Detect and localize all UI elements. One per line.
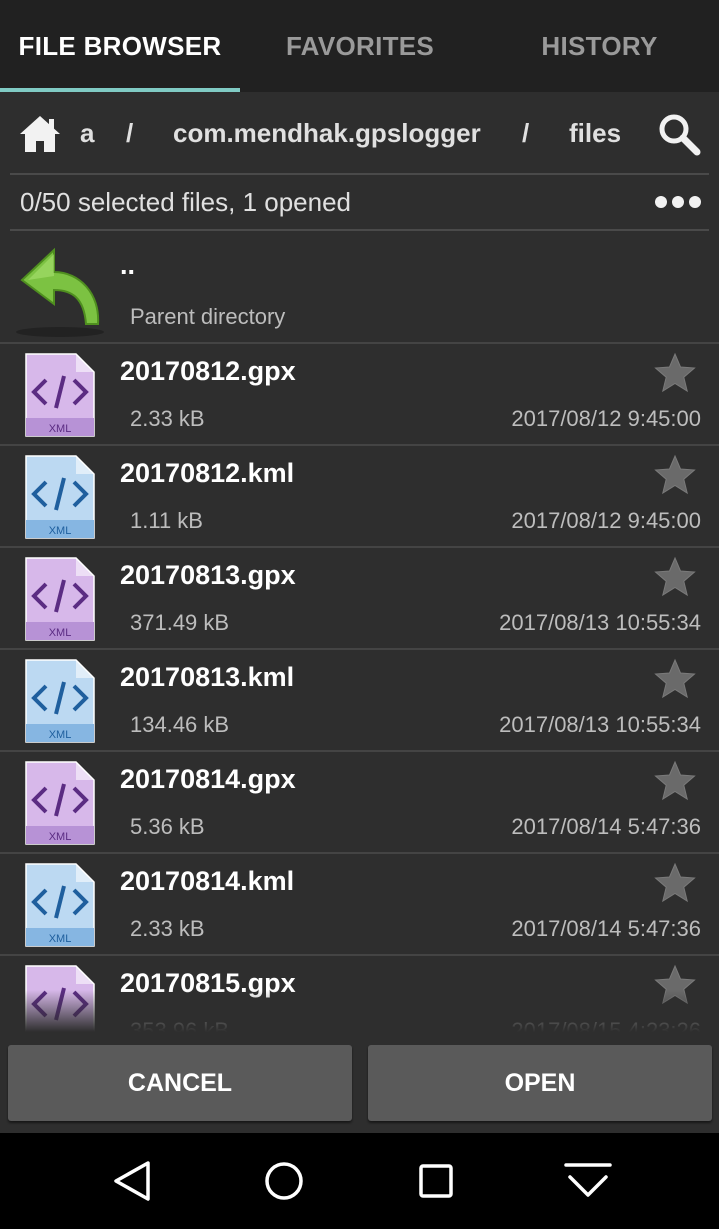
parent-directory-row[interactable]: .. Parent directory [0, 230, 719, 344]
gpx-file-icon: XML [25, 965, 95, 1032]
parent-directory-name: .. [120, 250, 136, 280]
recents-icon[interactable] [412, 1157, 460, 1205]
kml-file-icon: XML [25, 863, 95, 947]
tab-history[interactable]: HISTORY [480, 0, 719, 92]
file-name: 20170812.kml [120, 458, 295, 488]
file-icon-label: XML [49, 423, 72, 435]
breadcrumb-separator: / [126, 118, 134, 148]
tab-favorites[interactable]: FAVORITES [240, 0, 480, 92]
file-name: 20170813.kml [120, 662, 295, 692]
file-name: 20170812.gpx [120, 356, 296, 386]
file-row[interactable]: XML 20170813.gpx 371.49 kB 2017/08/13 10:55… [0, 548, 719, 650]
file-date: 2017/08/14 5:47:36 [511, 814, 701, 839]
file-size: 2.33 kB [130, 406, 205, 431]
favorite-star-icon[interactable] [654, 862, 696, 904]
file-name: 20170813.gpx [120, 560, 296, 590]
file-name: 20170815.gpx [120, 968, 296, 998]
cancel-button[interactable]: CANCEL [8, 1045, 352, 1121]
file-icon-label: XML [49, 831, 72, 843]
file-date: 2017/08/13 10:55:34 [499, 610, 701, 635]
home-icon[interactable] [18, 114, 62, 154]
favorite-star-icon[interactable] [654, 556, 696, 598]
tab-file-browser[interactable]: FILE BROWSER [0, 0, 240, 92]
back-icon[interactable] [108, 1157, 156, 1205]
more-horiz-icon[interactable] [654, 192, 702, 212]
file-date: 2017/08/13 10:55:34 [499, 712, 701, 737]
breadcrumb-segment-current[interactable]: files [569, 92, 621, 174]
file-row[interactable]: XML 20170814.kml 2.33 kB 2017/08/14 5:47:36 [0, 854, 719, 956]
back-arrow-icon [16, 247, 104, 337]
favorite-star-icon[interactable] [654, 964, 696, 1006]
favorite-star-icon[interactable] [654, 658, 696, 700]
breadcrumb-segment[interactable]: com.mendhak.gpslogger [173, 92, 481, 174]
open-button[interactable]: OPEN [368, 1045, 712, 1121]
file-row[interactable]: XML 20170814.gpx 5.36 kB 2017/08/14 5:47:36 [0, 752, 719, 854]
selection-count: 0/50 selected files, 1 opened [20, 187, 352, 217]
hide-keyboard-icon[interactable] [564, 1157, 612, 1205]
file-row[interactable]: XML 20170812.gpx 2.33 kB 2017/08/12 9:45:00 [0, 344, 719, 446]
system-nav-bar [0, 1133, 719, 1229]
file-icon-label: XML [49, 933, 72, 945]
file-size: 2.33 kB [130, 916, 205, 941]
file-date: 2017/08/12 9:45:00 [511, 508, 701, 533]
file-row[interactable]: XML 20170813.kml 134.46 kB 2017/08/13 10:55… [0, 650, 719, 752]
tab-bar: FILE BROWSER FAVORITES HISTORY [0, 0, 719, 92]
file-size: 134.46 kB [130, 712, 230, 737]
favorite-star-icon[interactable] [654, 454, 696, 496]
file-size: 1.11 kB [130, 508, 203, 533]
file-name: 20170814.kml [120, 866, 295, 896]
file-size: 5.36 kB [130, 814, 205, 839]
search-icon[interactable] [657, 112, 701, 156]
parent-directory-label: Parent directory [130, 304, 286, 329]
favorite-star-icon[interactable] [654, 352, 696, 394]
file-row[interactable]: XML 20170815.gpx 353.96 kB 2017/08/15 4:23:… [0, 956, 719, 1032]
file-list: .. Parent directory XML 20170812.gpx 2.33 … [0, 230, 719, 1032]
file-icon-label: XML [49, 729, 72, 741]
file-row[interactable]: XML 20170812.kml 1.11 kB 2017/08/12 9:45:00 [0, 446, 719, 548]
kml-file-icon: XML [25, 659, 95, 743]
file-date: 2017/08/12 9:45:00 [511, 406, 701, 431]
gpx-file-icon: XML [25, 353, 95, 437]
breadcrumb: a / com.mendhak.gpslogger / files [0, 92, 719, 174]
breadcrumb-segment[interactable]: a [80, 92, 94, 174]
file-size: 371.49 kB [130, 610, 230, 635]
home-nav-icon[interactable] [260, 1157, 308, 1205]
file-icon-label: XML [49, 627, 72, 639]
action-bar: CANCEL OPEN [0, 1032, 719, 1133]
file-name: 20170814.gpx [120, 764, 296, 794]
file-date: 2017/08/14 5:47:36 [511, 916, 701, 941]
kml-file-icon: XML [25, 455, 95, 539]
favorite-star-icon[interactable] [654, 760, 696, 802]
gpx-file-icon: XML [25, 557, 95, 641]
breadcrumb-separator: / [522, 118, 530, 148]
file-date: 2017/08/15 4:23:26 [511, 1018, 701, 1032]
gpx-file-icon: XML [25, 761, 95, 845]
file-icon-label: XML [49, 525, 72, 537]
file-size: 353.96 kB [130, 1018, 230, 1032]
selection-status: 0/50 selected files, 1 opened [0, 174, 719, 230]
